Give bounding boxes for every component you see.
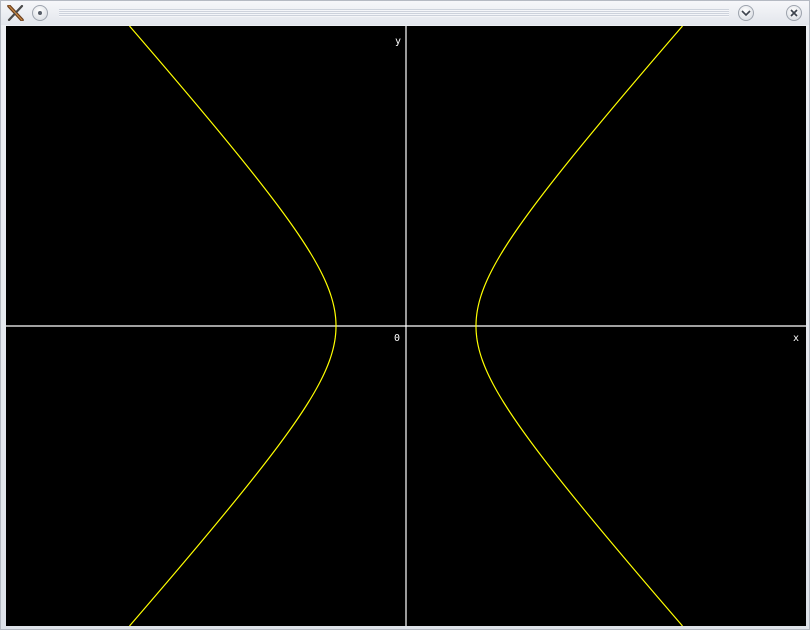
app-window: y x 0: [0, 0, 810, 630]
window-menu-icon: [37, 10, 43, 16]
x-window-icon[interactable]: [7, 4, 25, 22]
window-menu-button[interactable]: [32, 5, 48, 21]
chevron-down-icon: [741, 9, 751, 17]
close-icon: [789, 8, 799, 18]
title-bar[interactable]: [1, 1, 809, 25]
origin-label: 0: [394, 333, 400, 344]
close-button[interactable]: [786, 5, 802, 21]
x-axis-label: x: [793, 333, 799, 344]
y-axis-label: y: [395, 36, 401, 47]
minimize-button[interactable]: [738, 5, 754, 21]
plot-canvas[interactable]: y x 0: [6, 26, 806, 626]
title-groove: [59, 9, 729, 17]
